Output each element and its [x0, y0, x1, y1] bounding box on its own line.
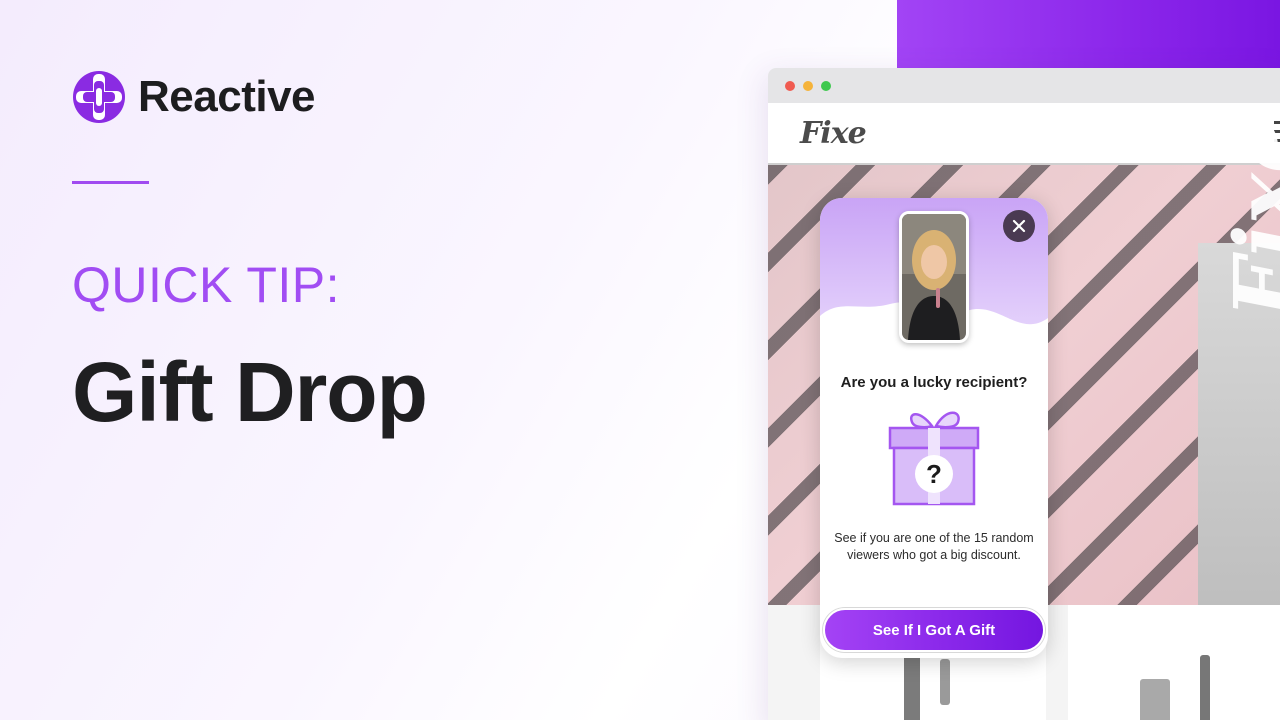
gift-question-mark: ?	[926, 459, 942, 489]
tip-label: QUICK TIP:	[72, 257, 341, 313]
popup-description: See if you are one of the 15 random view…	[834, 531, 1034, 562]
banner-logo-text: Fixe	[1216, 118, 1280, 318]
close-button[interactable]	[1003, 210, 1035, 242]
minimize-dot[interactable]	[803, 80, 813, 91]
lip-gloss-image	[1140, 679, 1170, 720]
mascara-wand-image	[904, 655, 920, 720]
presenter-video-image	[902, 214, 966, 340]
close-icon	[1012, 219, 1026, 233]
decorative-corner-block	[897, 0, 1280, 68]
popup-heading: Are you a lucky recipient?	[840, 374, 1028, 391]
maximize-dot[interactable]	[821, 80, 831, 91]
accent-divider	[72, 181, 149, 184]
product-card[interactable]	[1068, 605, 1280, 720]
mascara-brush-image	[940, 659, 950, 705]
page-title: Gift Drop	[72, 345, 428, 439]
brand-name: Reactive	[138, 72, 316, 121]
gift-drop-popup: Are you a lucky recipient? ? See if you …	[820, 198, 1048, 658]
mystery-gift-icon: ?	[888, 411, 980, 506]
site-logo[interactable]: Fixe	[800, 116, 867, 151]
reactive-logo-icon	[73, 71, 125, 123]
close-dot[interactable]	[785, 80, 795, 91]
see-if-i-got-a-gift-button[interactable]: See If I Got A Gift	[823, 608, 1045, 652]
browser-titlebar	[768, 68, 1280, 103]
brand: Reactive	[72, 70, 316, 124]
lip-gloss-applicator-image	[1200, 655, 1210, 720]
video-thumbnail[interactable]	[899, 211, 969, 343]
site-header: Fixe	[768, 103, 1280, 165]
